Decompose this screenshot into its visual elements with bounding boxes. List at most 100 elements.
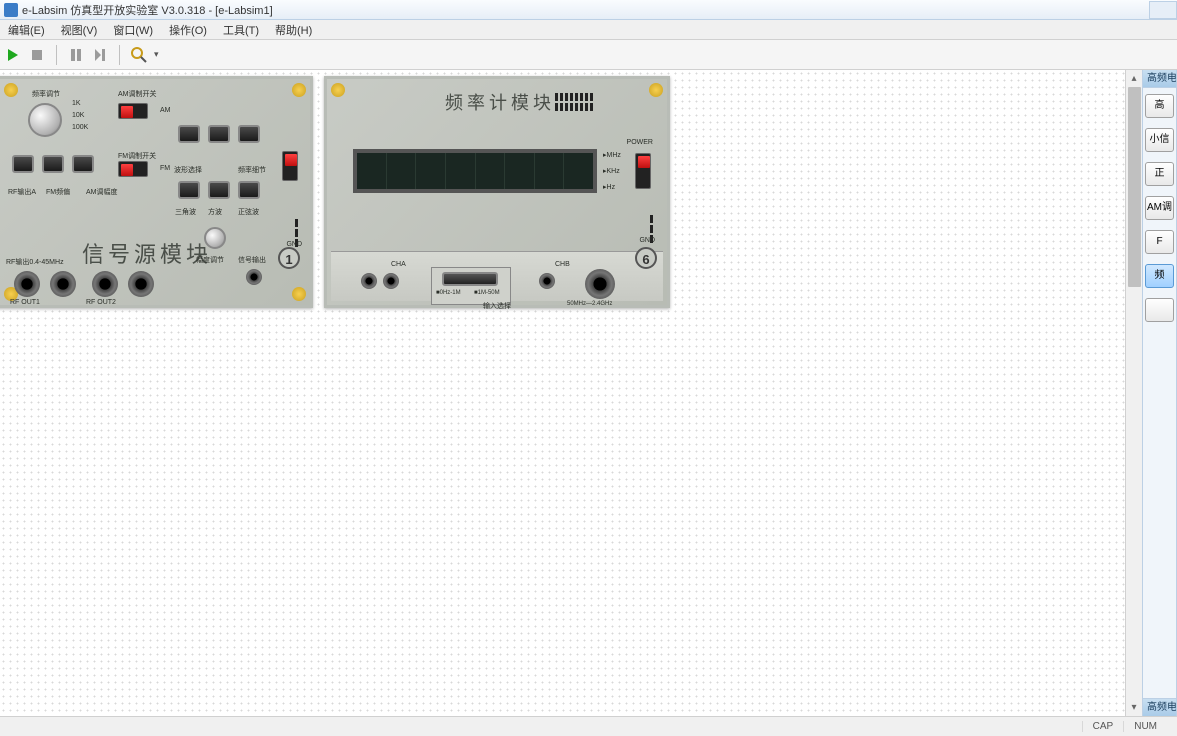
toolbar: ▾ xyxy=(0,40,1177,70)
scroll-thumb[interactable] xyxy=(1128,87,1141,287)
label-rf-out2: RF OUT2 xyxy=(86,299,116,306)
port-rf-out2b[interactable] xyxy=(128,271,154,297)
titlebar: e-Labsim 仿真型开放实验室 V3.0.318 - [e-Labsim1] xyxy=(0,0,1177,20)
button-r2a[interactable] xyxy=(12,155,34,173)
label-am-mod-sw: AM调制开关 xyxy=(118,89,157,99)
label-100k: 100K xyxy=(72,124,88,131)
port-sig-out[interactable] xyxy=(246,269,262,285)
module-freq-counter[interactable]: 频率计模块 ▸MHz ▸KHz ▸Hz POWER xyxy=(324,76,670,308)
rp-btn-6[interactable] xyxy=(1145,298,1174,322)
port-bnc[interactable] xyxy=(585,269,615,299)
module1-title: 信号源模块 xyxy=(82,237,212,269)
port-rf-out2[interactable] xyxy=(92,271,118,297)
module1-number: 1 xyxy=(278,247,300,269)
menubar: 编辑(E) 视图(V) 窗口(W) 操作(O) 工具(T) 帮助(H) xyxy=(0,20,1177,40)
menu-tool[interactable]: 工具(T) xyxy=(215,22,267,38)
button-pb1[interactable] xyxy=(178,125,200,143)
label-am-amp: AM调幅度 xyxy=(86,187,118,197)
zoom-dropdown-icon[interactable]: ▾ xyxy=(154,49,159,60)
step-button[interactable] xyxy=(91,46,109,64)
label-gnd6: GND xyxy=(639,237,655,244)
label-mhz: ▸MHz xyxy=(603,151,621,159)
label-tri: 三角波 xyxy=(175,207,196,217)
header-pins xyxy=(555,93,593,101)
label-1k: 1K xyxy=(72,100,81,107)
menu-edit[interactable]: 编辑(E) xyxy=(0,22,53,38)
rp-btn-1[interactable]: 小信 xyxy=(1145,128,1174,152)
right-panel-body: 高 小信 正 AM调 F 频 xyxy=(1143,88,1176,698)
port-rf-out1[interactable] xyxy=(14,271,40,297)
button-r2d[interactable] xyxy=(178,181,200,199)
label-rf-out-a: RF输出A xyxy=(8,187,36,197)
button-r2f[interactable] xyxy=(238,181,260,199)
toolbar-separator-2 xyxy=(119,45,120,65)
rp-btn-5[interactable]: 频 xyxy=(1145,264,1174,288)
rp-btn-3[interactable]: AM调 xyxy=(1145,196,1174,220)
workspace-canvas[interactable]: 频率调节 AM调制开关 1K 10K 100K AM FM调制开关 FM 波形选… xyxy=(0,70,1125,716)
label-power: POWER xyxy=(627,139,653,146)
window-title: e-Labsim 仿真型开放实验室 V3.0.318 - [e-Labsim1] xyxy=(22,2,1148,18)
status-cap: CAP xyxy=(1082,721,1124,732)
module-signal-source[interactable]: 频率调节 AM调制开关 1K 10K 100K AM FM调制开关 FM 波形选… xyxy=(0,76,313,308)
label-freq-fine: 频率细节 xyxy=(238,165,266,175)
stop-button[interactable] xyxy=(28,46,46,64)
right-panel: 高频电子 高 小信 正 AM调 F 频 高频电 xyxy=(1142,70,1177,716)
module6-title: 频率计模块 xyxy=(445,89,555,115)
app-icon xyxy=(4,3,18,17)
right-panel-header: 高频电子 xyxy=(1143,70,1176,88)
scroll-up-icon[interactable]: ▴ xyxy=(1126,70,1142,87)
button-r2e[interactable] xyxy=(208,181,230,199)
port-cha-2[interactable] xyxy=(383,273,399,289)
button-input-sel[interactable] xyxy=(442,272,498,286)
scroll-down-icon[interactable]: ▾ xyxy=(1126,699,1142,716)
label-rf-rng: RF输出0.4-45MHz xyxy=(6,257,64,267)
label-rng-rf: 50MHz—2.4GHz xyxy=(567,301,612,307)
switch-am[interactable] xyxy=(118,103,148,119)
label-cha: CHA xyxy=(391,261,406,268)
rp-btn-4[interactable]: F xyxy=(1145,230,1174,254)
label-fm-out: FM频偏 xyxy=(46,187,70,197)
label-rng-low: ■0Hz-1M xyxy=(436,290,461,296)
button-r2b[interactable] xyxy=(42,155,64,173)
port-chb-1[interactable] xyxy=(539,273,555,289)
pause-button[interactable] xyxy=(67,46,85,64)
label-wave-sel: 波形选择 xyxy=(174,165,202,175)
module6-number: 6 xyxy=(635,247,657,269)
button-r2c[interactable] xyxy=(72,155,94,173)
label-hz: ▸Hz xyxy=(603,183,615,191)
button-pb3[interactable] xyxy=(238,125,260,143)
minimize-button[interactable] xyxy=(1149,1,1177,19)
label-input-sel: 输入选择 xyxy=(483,301,511,311)
switch-fm[interactable] xyxy=(118,161,148,177)
menu-view[interactable]: 视图(V) xyxy=(53,22,106,38)
knob-amplitude[interactable] xyxy=(204,227,226,249)
menu-operate[interactable]: 操作(O) xyxy=(161,22,215,38)
menu-help[interactable]: 帮助(H) xyxy=(267,22,320,38)
rp-btn-0[interactable]: 高 xyxy=(1145,94,1174,118)
port-cha-1[interactable] xyxy=(361,273,377,289)
switch-power1[interactable] xyxy=(282,151,298,181)
label-am: AM xyxy=(160,107,171,114)
rp-btn-2[interactable]: 正 xyxy=(1145,162,1174,186)
label-rng-high: ■1M-50M xyxy=(474,290,500,296)
status-num: NUM xyxy=(1123,721,1167,732)
switch-power6[interactable] xyxy=(635,153,651,189)
label-amp-adj: 幅度调节 xyxy=(196,255,224,265)
label-rf-out1: RF OUT1 xyxy=(10,299,40,306)
label-sig-out: 信号输出 xyxy=(238,255,266,265)
label-khz: ▸KHz xyxy=(603,167,620,175)
label-square: 方波 xyxy=(208,207,222,217)
toolbar-separator xyxy=(56,45,57,65)
label-sine: 正弦波 xyxy=(238,207,259,217)
menu-window[interactable]: 窗口(W) xyxy=(105,22,161,38)
label-10k: 10K xyxy=(72,112,84,119)
label-chb: CHB xyxy=(555,261,570,268)
zoom-button[interactable] xyxy=(130,46,148,64)
port-rf-out1b[interactable] xyxy=(50,271,76,297)
button-pb2[interactable] xyxy=(208,125,230,143)
run-button[interactable] xyxy=(4,46,22,64)
statusbar: CAP NUM xyxy=(0,716,1177,736)
vertical-scrollbar[interactable]: ▴ ▾ xyxy=(1125,70,1142,716)
knob-frequency[interactable] xyxy=(28,103,62,137)
label-fm-mod-sw: FM调制开关 xyxy=(118,151,156,161)
